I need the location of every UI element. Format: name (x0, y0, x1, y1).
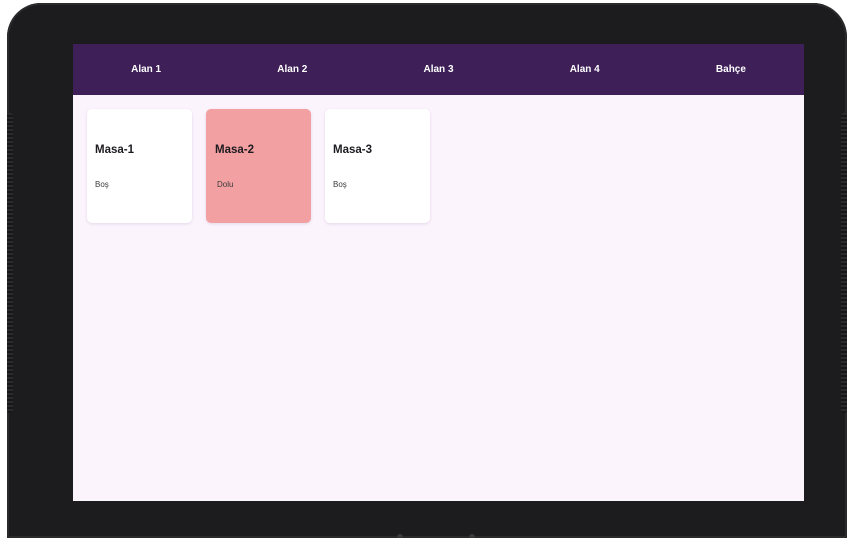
table-grid: Masa-1 Boş Masa-2 Dolu Masa-3 Boş (87, 109, 430, 223)
tab-alan-2[interactable]: Alan 2 (219, 44, 365, 95)
table-card-masa-3[interactable]: Masa-3 Boş (325, 109, 430, 223)
app-screen: Alan 1 Alan 2 Alan 3 Alan 4 Bahçe Masa-1… (73, 44, 804, 501)
table-status: Dolu (217, 180, 234, 189)
sensor-dot (397, 534, 403, 538)
tab-alan-1[interactable]: Alan 1 (73, 44, 219, 95)
tab-alan-4[interactable]: Alan 4 (512, 44, 658, 95)
table-name: Masa-2 (215, 144, 254, 156)
table-status: Boş (333, 180, 347, 189)
sensor-dot (469, 534, 475, 538)
table-name: Masa-1 (95, 144, 134, 156)
table-status: Boş (95, 180, 109, 189)
speaker-grille-left (7, 113, 13, 413)
tab-alan-3[interactable]: Alan 3 (365, 44, 511, 95)
speaker-grille-right (841, 113, 847, 413)
area-tab-bar: Alan 1 Alan 2 Alan 3 Alan 4 Bahçe (73, 44, 804, 95)
table-card-masa-2[interactable]: Masa-2 Dolu (206, 109, 311, 223)
table-card-masa-1[interactable]: Masa-1 Boş (87, 109, 192, 223)
table-name: Masa-3 (333, 144, 372, 156)
tab-bahce[interactable]: Bahçe (658, 44, 804, 95)
